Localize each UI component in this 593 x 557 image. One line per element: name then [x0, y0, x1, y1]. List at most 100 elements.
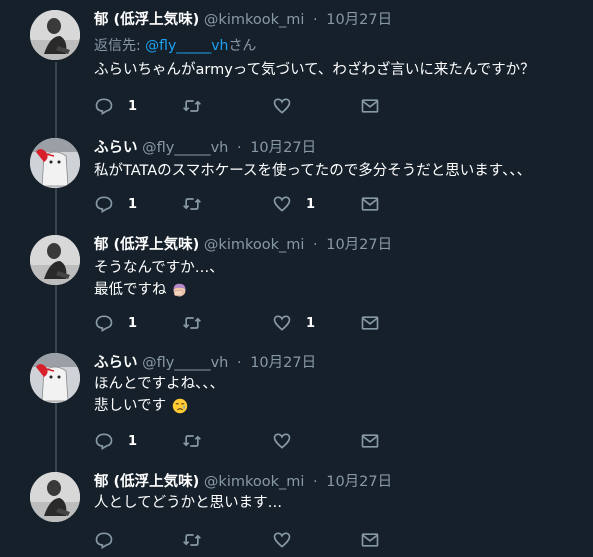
- tweet-text: 人としてどうかと思います…: [94, 492, 282, 514]
- retweet-icon: [183, 100, 201, 112]
- tweet[interactable]: 郁 (低浮上気味) @kimkook_mi · 10月27日 返信先: @fly…: [0, 10, 593, 120]
- retweet-icon: [183, 534, 201, 546]
- tweet-text-line: そうなんですか…、: [94, 260, 224, 276]
- timestamp[interactable]: 10月27日: [326, 237, 392, 253]
- heart-icon: [273, 98, 291, 114]
- retweet-button[interactable]: [182, 529, 202, 551]
- display-name[interactable]: 郁 (低浮上気味): [94, 12, 199, 28]
- reply-mention-link[interactable]: @fly_____vh: [145, 38, 228, 54]
- share-dm-button[interactable]: [360, 430, 380, 452]
- reply-icon: [95, 433, 113, 450]
- display-name[interactable]: ふらい: [94, 355, 138, 371]
- reply-count: 1: [128, 98, 138, 114]
- tweet-text-line: ふらいちゃんがarmyって気づいて、わざわざ言いに来たんですか？: [94, 62, 535, 78]
- reply-count: 1: [128, 315, 138, 331]
- tweet[interactable]: ふらい @fly_____vh · 10月27日 ほんとですよね、、、 悲しいで…: [0, 353, 593, 463]
- user-handle[interactable]: @fly_____vh: [142, 140, 228, 156]
- separator: ·: [236, 355, 242, 371]
- user-handle[interactable]: @kimkook_mi: [204, 237, 304, 253]
- tweet-actions: 1: [94, 95, 384, 119]
- user-handle[interactable]: @kimkook_mi: [204, 474, 304, 490]
- reply-button[interactable]: 1: [94, 193, 137, 215]
- user-handle[interactable]: @kimkook_mi: [204, 12, 304, 28]
- reply-icon: [95, 315, 113, 332]
- like-button[interactable]: [272, 529, 306, 551]
- retweet-button[interactable]: [182, 193, 202, 215]
- reply-icon: [95, 98, 113, 115]
- avatar-fly[interactable]: [30, 138, 80, 188]
- reply-button[interactable]: [94, 529, 128, 551]
- retweet-icon: [183, 198, 201, 210]
- retweet-icon: [183, 317, 201, 329]
- timestamp[interactable]: 10月27日: [326, 12, 392, 28]
- separator: ·: [313, 237, 318, 253]
- avatar-kimkook[interactable]: [30, 10, 80, 60]
- tweet-header: ふらい @fly_____vh · 10月27日: [94, 353, 316, 373]
- tweet-header: ふらい @fly_____vh · 10月27日: [94, 138, 316, 158]
- tweet[interactable]: 郁 (低浮上気味) @kimkook_mi · 10月27日 人としてどうかと思…: [0, 472, 593, 557]
- tweet-header: 郁 (低浮上気味) @kimkook_mi · 10月27日: [94, 10, 392, 30]
- separator: ·: [313, 12, 318, 28]
- reply-button[interactable]: 1: [94, 430, 137, 452]
- reply-to-line: 返信先: @fly_____vhさん: [94, 35, 256, 55]
- woman-facepalming-emoji-icon: [173, 283, 186, 296]
- retweet-button[interactable]: [182, 312, 202, 334]
- avatar-fly[interactable]: [30, 353, 80, 403]
- display-name[interactable]: 郁 (低浮上気味): [94, 474, 199, 490]
- display-name[interactable]: ふらい: [94, 140, 138, 156]
- mail-icon: [361, 434, 379, 448]
- share-dm-button[interactable]: [360, 312, 380, 334]
- like-button[interactable]: 1: [272, 193, 315, 215]
- retweet-button[interactable]: [182, 430, 202, 452]
- tweet-text: ほんとですよね、、、 悲しいです: [94, 373, 224, 417]
- tweet-text-line: 私がTATAのスマホケースを使ってたので多分そうだと思います、、、: [94, 163, 532, 179]
- reply-button[interactable]: 1: [94, 312, 137, 334]
- like-count: 1: [306, 315, 316, 331]
- like-button[interactable]: [272, 430, 306, 452]
- mail-icon: [361, 197, 379, 211]
- reply-count: 1: [128, 196, 138, 212]
- reply-count: 1: [128, 433, 138, 449]
- separator: ·: [236, 140, 242, 156]
- tweet-text-line: 悲しいです: [94, 398, 167, 414]
- heart-icon: [273, 196, 291, 212]
- like-count: 1: [306, 196, 316, 212]
- tweet-text-line: ほんとですよね、、、: [94, 376, 225, 392]
- tweet-header: 郁 (低浮上気味) @kimkook_mi · 10月27日: [94, 235, 392, 255]
- reply-button[interactable]: 1: [94, 95, 137, 117]
- tweet[interactable]: ふらい @fly_____vh · 10月27日 私がTATAのスマホケースを使…: [0, 138, 593, 228]
- timestamp[interactable]: 10月27日: [326, 474, 392, 490]
- reply-suffix: さん: [228, 38, 257, 54]
- tweet-text: 私がTATAのスマホケースを使ってたので多分そうだと思います、、、: [94, 160, 531, 182]
- mail-icon: [361, 533, 379, 547]
- avatar-kimkook[interactable]: [30, 235, 80, 285]
- tweet-text-line: 人としてどうかと思います…: [94, 495, 283, 511]
- retweet-icon: [183, 435, 201, 447]
- heart-icon: [273, 532, 291, 548]
- tweet-text: そうなんですか…、 最低ですね: [94, 257, 224, 301]
- tweet-actions: [94, 529, 384, 553]
- timestamp[interactable]: 10月27日: [250, 355, 316, 371]
- timestamp[interactable]: 10月27日: [250, 140, 316, 156]
- tweet-header: 郁 (低浮上気味) @kimkook_mi · 10月27日: [94, 472, 392, 492]
- tweet-text-line-with-emoji: 悲しいです: [94, 395, 224, 417]
- reply-prefix: 返信先:: [94, 38, 146, 54]
- heart-icon: [273, 433, 291, 449]
- tweet[interactable]: 郁 (低浮上気味) @kimkook_mi · 10月27日 そうなんですか…、…: [0, 235, 593, 345]
- mail-icon: [361, 99, 379, 113]
- tweet-text: ふらいちゃんがarmyって気づいて、わざわざ言いに来たんですか？: [94, 59, 535, 81]
- retweet-button[interactable]: [182, 95, 202, 117]
- tweet-actions: 1: [94, 430, 384, 454]
- tweet-text-line: 最低ですね: [94, 282, 167, 298]
- share-dm-button[interactable]: [360, 529, 380, 551]
- separator: ·: [313, 474, 318, 490]
- share-dm-button[interactable]: [360, 193, 380, 215]
- like-button[interactable]: 1: [272, 312, 315, 334]
- display-name[interactable]: 郁 (低浮上気味): [94, 237, 199, 253]
- share-dm-button[interactable]: [360, 95, 380, 117]
- user-handle[interactable]: @fly_____vh: [142, 355, 228, 371]
- reply-icon: [95, 532, 113, 549]
- like-button[interactable]: [272, 95, 306, 117]
- crying-face-emoji-icon: [172, 398, 187, 414]
- avatar-kimkook[interactable]: [30, 472, 80, 522]
